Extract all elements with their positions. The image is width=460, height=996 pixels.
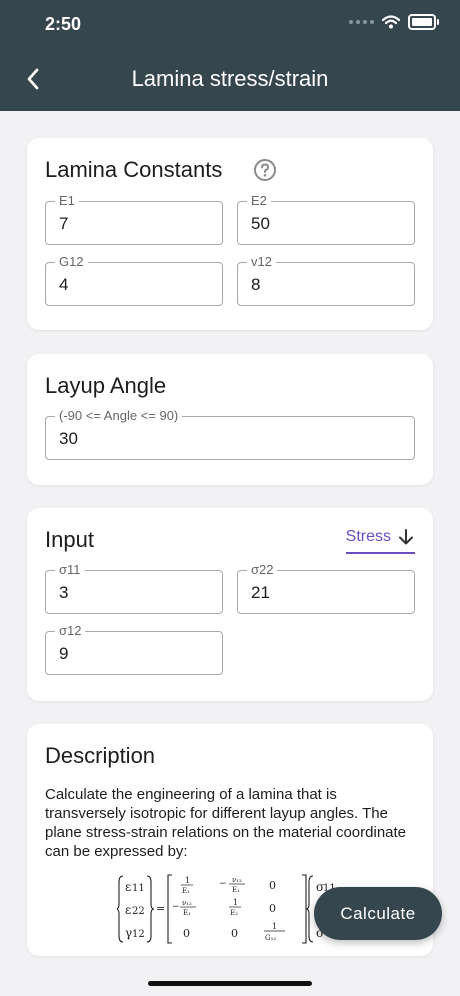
e1-label: E1 xyxy=(55,193,79,209)
sigma12-value: 9 xyxy=(59,644,69,663)
e2-field[interactable]: E2 50 xyxy=(237,193,415,245)
sigma22-value: 21 xyxy=(251,583,270,602)
sigma22-label: σ22 xyxy=(247,562,278,578)
g12-label: G12 xyxy=(55,254,88,270)
svg-text:−: − xyxy=(172,902,180,912)
svg-text:0: 0 xyxy=(269,902,276,915)
svg-text:G₁₂: G₁₂ xyxy=(265,934,276,942)
svg-text:E₁: E₁ xyxy=(182,887,190,895)
layup-angle-card: Layup Angle (-90 <= Angle <= 90) 30 xyxy=(27,354,433,485)
svg-text:0: 0 xyxy=(231,927,238,940)
svg-text:ε: ε xyxy=(125,880,131,894)
help-circle-icon[interactable] xyxy=(253,158,277,182)
page-title: Lamina stress/strain xyxy=(131,66,329,91)
svg-text:=: = xyxy=(156,902,165,915)
layup-angle-field[interactable]: (-90 <= Angle <= 90) 30 xyxy=(45,408,415,460)
svg-text:ε: ε xyxy=(125,903,131,917)
svg-text:0: 0 xyxy=(183,927,190,940)
lamina-constants-title: Lamina Constants xyxy=(45,157,223,182)
sigma22-field[interactable]: σ22 21 xyxy=(237,562,415,614)
svg-text:E₁: E₁ xyxy=(183,909,191,917)
e1-value: 7 xyxy=(59,214,69,233)
home-indicator xyxy=(148,981,312,986)
sigma11-label: σ11 xyxy=(55,562,85,578)
svg-text:12: 12 xyxy=(132,929,145,940)
input-card: Input Stress σ11 3 σ22 21 σ12 9 xyxy=(27,508,433,701)
layup-angle-value: 30 xyxy=(59,429,78,448)
stress-mode-label: Stress xyxy=(345,528,391,545)
svg-text:E₂: E₂ xyxy=(230,909,238,917)
sigma11-value: 3 xyxy=(59,583,69,602)
svg-text:ν₁₂: ν₁₂ xyxy=(182,899,192,907)
layup-angle-label: (-90 <= Angle <= 90) xyxy=(55,408,183,424)
svg-text:11: 11 xyxy=(132,883,145,894)
svg-text:1: 1 xyxy=(272,922,277,931)
calculate-button[interactable]: Calculate xyxy=(314,887,442,940)
sigma12-field[interactable]: σ12 9 xyxy=(45,623,223,675)
description-text: Calculate the engineering of a lamina th… xyxy=(45,786,407,860)
svg-text:1: 1 xyxy=(185,876,190,885)
arrow-down-icon xyxy=(399,529,413,545)
sigma11-field[interactable]: σ11 3 xyxy=(45,562,223,614)
battery-icon xyxy=(408,14,439,30)
v12-field[interactable]: v12 8 xyxy=(237,254,415,306)
status-icons xyxy=(349,14,439,30)
signal-dots-icon xyxy=(349,20,374,24)
description-title: Description xyxy=(45,743,156,768)
svg-text:1: 1 xyxy=(233,898,238,907)
status-time: 2:50 xyxy=(45,14,82,34)
lamina-constants-card: Lamina Constants E1 7 E2 50 G12 4 v12 8 xyxy=(27,138,433,330)
svg-text:ν₁₂: ν₁₂ xyxy=(232,876,242,884)
svg-text:−: − xyxy=(219,879,227,889)
e2-value: 50 xyxy=(251,214,270,233)
input-title: Input xyxy=(45,527,94,552)
sigma12-label: σ12 xyxy=(55,623,86,639)
layup-angle-title: Layup Angle xyxy=(45,373,167,398)
wifi-icon xyxy=(382,15,400,29)
v12-value: 8 xyxy=(251,275,261,294)
app-bar: 2:50 Lamina stress/strain xyxy=(0,0,460,111)
g12-field[interactable]: G12 4 xyxy=(45,254,223,306)
v12-label: v12 xyxy=(247,254,276,270)
svg-text:0: 0 xyxy=(269,879,276,892)
svg-text:E₁: E₁ xyxy=(232,886,240,894)
g12-value: 4 xyxy=(59,275,69,294)
svg-text:22: 22 xyxy=(132,906,145,917)
stress-mode-toggle[interactable]: Stress xyxy=(345,528,415,554)
e1-field[interactable]: E1 7 xyxy=(45,193,223,245)
e2-label: E2 xyxy=(247,193,271,209)
